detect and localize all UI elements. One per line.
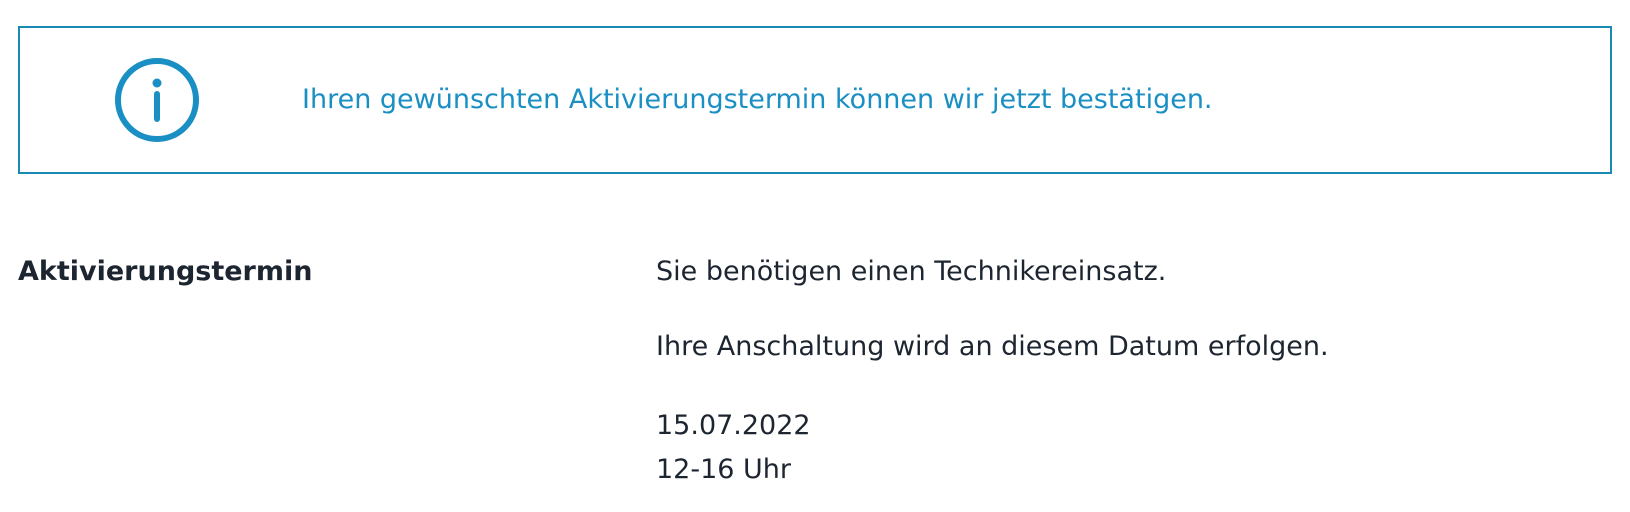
activation-label: Aktivierungstermin: [18, 256, 313, 287]
activation-time: 12-16 Uhr: [656, 454, 792, 485]
info-banner: Ihren gewünschten Aktivierungstermin kön…: [18, 26, 1612, 174]
activation-date: 15.07.2022: [656, 410, 811, 441]
technician-notice: Sie benötigen einen Technikereinsatz.: [656, 256, 1167, 287]
connection-notice: Ihre Anschaltung wird an diesem Datum er…: [656, 331, 1329, 362]
info-icon: [113, 56, 201, 144]
activation-details: Sie benötigen einen Technikereinsatz. Ih…: [656, 254, 1329, 492]
info-message: Ihren gewünschten Aktivierungstermin kön…: [302, 84, 1213, 115]
